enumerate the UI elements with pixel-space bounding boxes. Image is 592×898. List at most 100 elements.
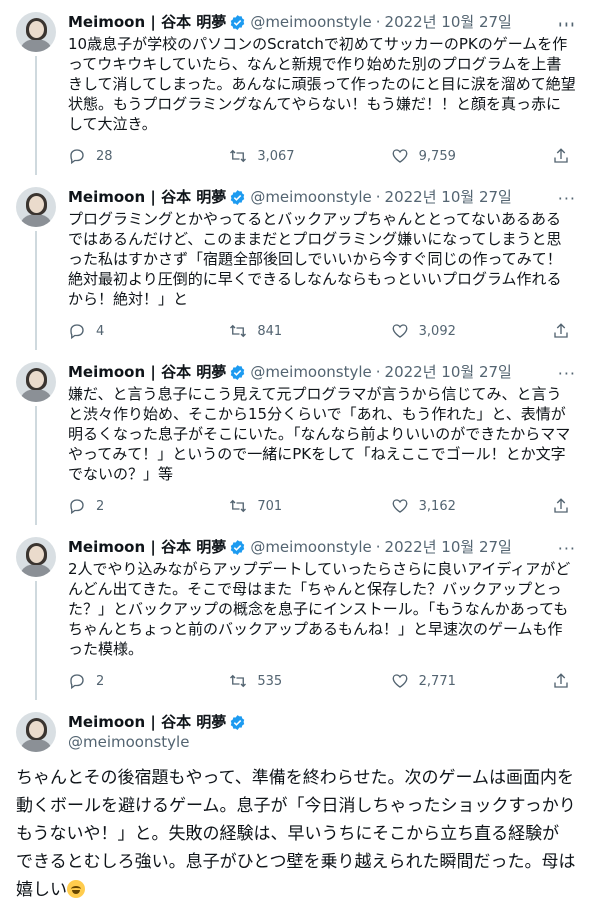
avatar-column (16, 187, 56, 350)
retweet-button[interactable]: 535 (229, 672, 349, 690)
reply-icon (70, 499, 84, 515)
like-count: 9,759 (418, 148, 456, 164)
author-handle[interactable]: @meimoonstyle (250, 12, 371, 32)
reply-button[interactable]: 4 (68, 322, 188, 340)
thread-line (35, 56, 37, 175)
retweet-icon (230, 674, 247, 688)
tweet-date[interactable]: 2022년 10월 27일 (385, 187, 512, 207)
share-icon (554, 673, 568, 688)
tweet-text: プログラミングとかやってるとバックアップちゃんととってないあるあるではあるんだけ… (68, 210, 562, 308)
avatar[interactable] (16, 187, 56, 227)
reply-count: 4 (96, 323, 105, 339)
tweet-text: 10歳息子が学校のパソコンのScratchで初めてサッカーのPKのゲームを作って… (68, 35, 576, 133)
reply-icon (70, 324, 84, 340)
tweet[interactable]: Meimoon | 谷本 明夢 @meimoonstyle · 2022년 10… (0, 350, 592, 525)
separator-dot: · (375, 13, 381, 31)
author-handle[interactable]: @meimoonstyle (250, 187, 371, 207)
retweet-count: 3,067 (257, 148, 295, 164)
tweet-actions: 4 841 3,092 (68, 309, 576, 353)
retweet-button[interactable]: 841 (229, 322, 349, 340)
verified-badge-icon (229, 189, 246, 206)
author-name[interactable]: Meimoon | 谷本 明夢 (68, 12, 226, 32)
heart-icon (392, 674, 408, 688)
tweet-date[interactable]: 2022년 10월 27일 (385, 12, 512, 32)
share-icon (554, 323, 568, 338)
reply-icon (70, 674, 84, 690)
retweet-count: 701 (257, 498, 283, 514)
tweet[interactable]: Meimoon | 谷本 明夢 @meimoonstyle · 2022년 10… (0, 0, 592, 175)
avatar[interactable] (16, 12, 56, 52)
retweet-button[interactable]: 3,067 (229, 147, 349, 165)
like-count: 2,771 (418, 673, 456, 689)
thread-line (35, 231, 37, 350)
retweet-icon (230, 499, 247, 513)
heart-icon (392, 499, 408, 513)
verified-badge-icon (229, 14, 246, 31)
tweet-date[interactable]: 2022년 10월 27일 (385, 362, 512, 382)
tweet-text: 2人でやり込みながらアップデートしていったらさらに良いアイディアがどんどん出てき… (68, 560, 571, 658)
reply-count: 28 (96, 148, 113, 164)
share-button[interactable] (552, 672, 570, 690)
more-options-button[interactable]: ··· (558, 364, 576, 383)
retweet-icon (230, 324, 247, 338)
avatar[interactable] (16, 712, 56, 752)
avatar-column (16, 12, 56, 175)
author-name[interactable]: Meimoon | 谷本 明夢 (68, 537, 226, 557)
like-count: 3,092 (418, 323, 456, 339)
heart-icon (392, 149, 408, 163)
focused-tweet[interactable]: Meimoon | 谷本 明夢 @meimoonstyle ··· ちゃんとその… (0, 16, 592, 898)
retweet-count: 535 (257, 673, 283, 689)
like-button[interactable]: 3,162 (391, 497, 511, 515)
more-options-button[interactable]: ··· (558, 189, 576, 208)
retweet-button[interactable]: 701 (229, 497, 349, 515)
separator-dot: · (375, 538, 381, 556)
share-icon (554, 148, 568, 163)
heart-icon (392, 324, 408, 338)
author-name[interactable]: Meimoon | 谷本 明夢 (68, 187, 226, 207)
author-handle[interactable]: @meimoonstyle (250, 537, 371, 557)
reply-button[interactable]: 2 (68, 497, 188, 515)
share-button[interactable] (552, 497, 570, 515)
focused-tweet-text: ちゃんとその後宿題もやって、準備を終わらせた。次のゲームは画面内を動くボールを避… (16, 768, 576, 898)
tweet-actions: 2 535 2,771 (68, 659, 576, 703)
avatar[interactable] (16, 362, 56, 402)
thread-line (35, 581, 37, 700)
tweet-date[interactable]: 2022년 10월 27일 (385, 537, 512, 557)
tweet-actions: 28 3,067 9,759 (68, 134, 576, 178)
retweet-icon (230, 149, 247, 163)
like-button[interactable]: 3,092 (391, 322, 511, 340)
more-options-button[interactable]: ··· (558, 16, 576, 35)
author-name[interactable]: Meimoon | 谷本 明夢 (68, 362, 226, 382)
like-count: 3,162 (418, 498, 456, 514)
verified-badge-icon (229, 539, 246, 556)
retweet-count: 841 (257, 323, 283, 339)
avatar-column (16, 362, 56, 525)
verified-badge-icon (229, 714, 246, 731)
author-handle[interactable]: @meimoonstyle (68, 732, 189, 752)
tweet-actions: 2 701 3,162 (68, 484, 576, 528)
author-name[interactable]: Meimoon | 谷本 明夢 (68, 712, 226, 732)
thread-line (35, 406, 37, 525)
share-button[interactable] (552, 147, 570, 165)
tweet[interactable]: Meimoon | 谷本 明夢 @meimoonstyle · 2022년 10… (0, 525, 592, 700)
reply-button[interactable]: 28 (68, 147, 188, 165)
tweet-text: 嫌だ、と言う息子にこう見えて元プログラマが言うから信じてみ、と言うと渋々作り始め… (68, 385, 571, 483)
avatar-column (16, 537, 56, 700)
share-button[interactable] (552, 322, 570, 340)
tweet[interactable]: Meimoon | 谷本 明夢 @meimoonstyle · 2022년 10… (0, 175, 592, 350)
focused-tweet-text-container: ちゃんとその後宿題もやって、準備を終わらせた。次のゲームは画面内を動くボールを避… (16, 764, 576, 898)
verified-badge-icon (229, 364, 246, 381)
reply-button[interactable]: 2 (68, 672, 188, 690)
reply-icon (70, 149, 84, 165)
reply-count: 2 (96, 673, 105, 689)
reply-count: 2 (96, 498, 105, 514)
author-handle[interactable]: @meimoonstyle (250, 362, 371, 382)
share-icon (554, 498, 568, 513)
separator-dot: · (375, 188, 381, 206)
separator-dot: · (375, 363, 381, 381)
avatar[interactable] (16, 537, 56, 577)
more-options-button[interactable]: ··· (558, 539, 576, 558)
grinning-squinting-face-emoji-icon (67, 880, 85, 898)
like-button[interactable]: 9,759 (391, 147, 511, 165)
like-button[interactable]: 2,771 (391, 672, 511, 690)
